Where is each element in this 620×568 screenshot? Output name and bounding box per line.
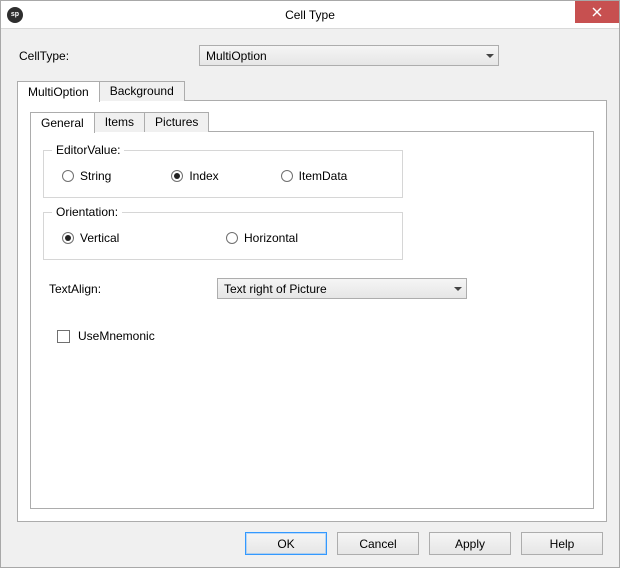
button-bar: OK Cancel Apply Help <box>13 522 607 557</box>
radio-itemdata[interactable]: ItemData <box>281 169 390 183</box>
radio-label: Horizontal <box>244 231 298 245</box>
radio-label: ItemData <box>299 169 348 183</box>
chevron-down-icon <box>486 54 494 58</box>
celltype-dropdown[interactable]: MultiOption <box>199 45 499 66</box>
apply-button[interactable]: Apply <box>429 532 511 555</box>
radio-icon <box>62 170 74 182</box>
tab-items[interactable]: Items <box>94 112 145 132</box>
textalign-value: Text right of Picture <box>224 282 327 296</box>
editorvalue-options: String Index ItemData <box>56 165 390 185</box>
radio-vertical[interactable]: Vertical <box>62 231 226 245</box>
radio-icon <box>171 170 183 182</box>
radio-label: Index <box>189 169 218 183</box>
textalign-row: TextAlign: Text right of Picture <box>49 278 581 299</box>
chevron-down-icon <box>454 287 462 291</box>
ok-button[interactable]: OK <box>245 532 327 555</box>
tab-multioption[interactable]: MultiOption <box>17 81 100 102</box>
tab-general[interactable]: General <box>30 112 95 133</box>
radio-index[interactable]: Index <box>171 169 280 183</box>
celltype-value: MultiOption <box>206 49 267 63</box>
textalign-dropdown[interactable]: Text right of Picture <box>217 278 467 299</box>
checkbox-label: UseMnemonic <box>78 329 155 343</box>
textalign-label: TextAlign: <box>49 282 217 296</box>
radio-icon <box>62 232 74 244</box>
usemnemonic-checkbox[interactable]: UseMnemonic <box>57 329 581 343</box>
tab-background[interactable]: Background <box>99 81 185 101</box>
radio-label: Vertical <box>80 231 119 245</box>
inner-tabs: General Items Pictures EditorValue: Stri… <box>30 111 594 509</box>
app-icon: sp <box>7 7 23 23</box>
orientation-group: Orientation: Vertical Horizontal <box>43 212 403 260</box>
editorvalue-group: EditorValue: String Index <box>43 150 403 198</box>
orientation-legend: Orientation: <box>52 205 122 219</box>
outer-tabs: MultiOption Background General Items Pic… <box>17 80 607 522</box>
radio-icon <box>226 232 238 244</box>
close-button[interactable] <box>575 1 619 23</box>
dialog-body: CellType: MultiOption MultiOption Backgr… <box>1 29 619 567</box>
radio-label: String <box>80 169 111 183</box>
help-button[interactable]: Help <box>521 532 603 555</box>
outer-tabstrip: MultiOption Background <box>17 80 607 101</box>
checkbox-icon <box>57 330 70 343</box>
close-icon <box>592 7 602 17</box>
dialog-window: sp Cell Type CellType: MultiOption Multi… <box>0 0 620 568</box>
inner-tabpanel: EditorValue: String Index <box>30 131 594 509</box>
tab-pictures[interactable]: Pictures <box>144 112 209 132</box>
radio-horizontal[interactable]: Horizontal <box>226 231 390 245</box>
radio-string[interactable]: String <box>62 169 171 183</box>
inner-tabstrip: General Items Pictures <box>30 111 594 132</box>
celltype-row: CellType: MultiOption <box>19 45 607 66</box>
radio-icon <box>281 170 293 182</box>
outer-tabpanel: General Items Pictures EditorValue: Stri… <box>17 100 607 522</box>
celltype-label: CellType: <box>19 49 199 63</box>
titlebar: sp Cell Type <box>1 1 619 29</box>
orientation-options: Vertical Horizontal <box>56 227 390 247</box>
window-title: Cell Type <box>1 8 619 22</box>
cancel-button[interactable]: Cancel <box>337 532 419 555</box>
editorvalue-legend: EditorValue: <box>52 143 124 157</box>
